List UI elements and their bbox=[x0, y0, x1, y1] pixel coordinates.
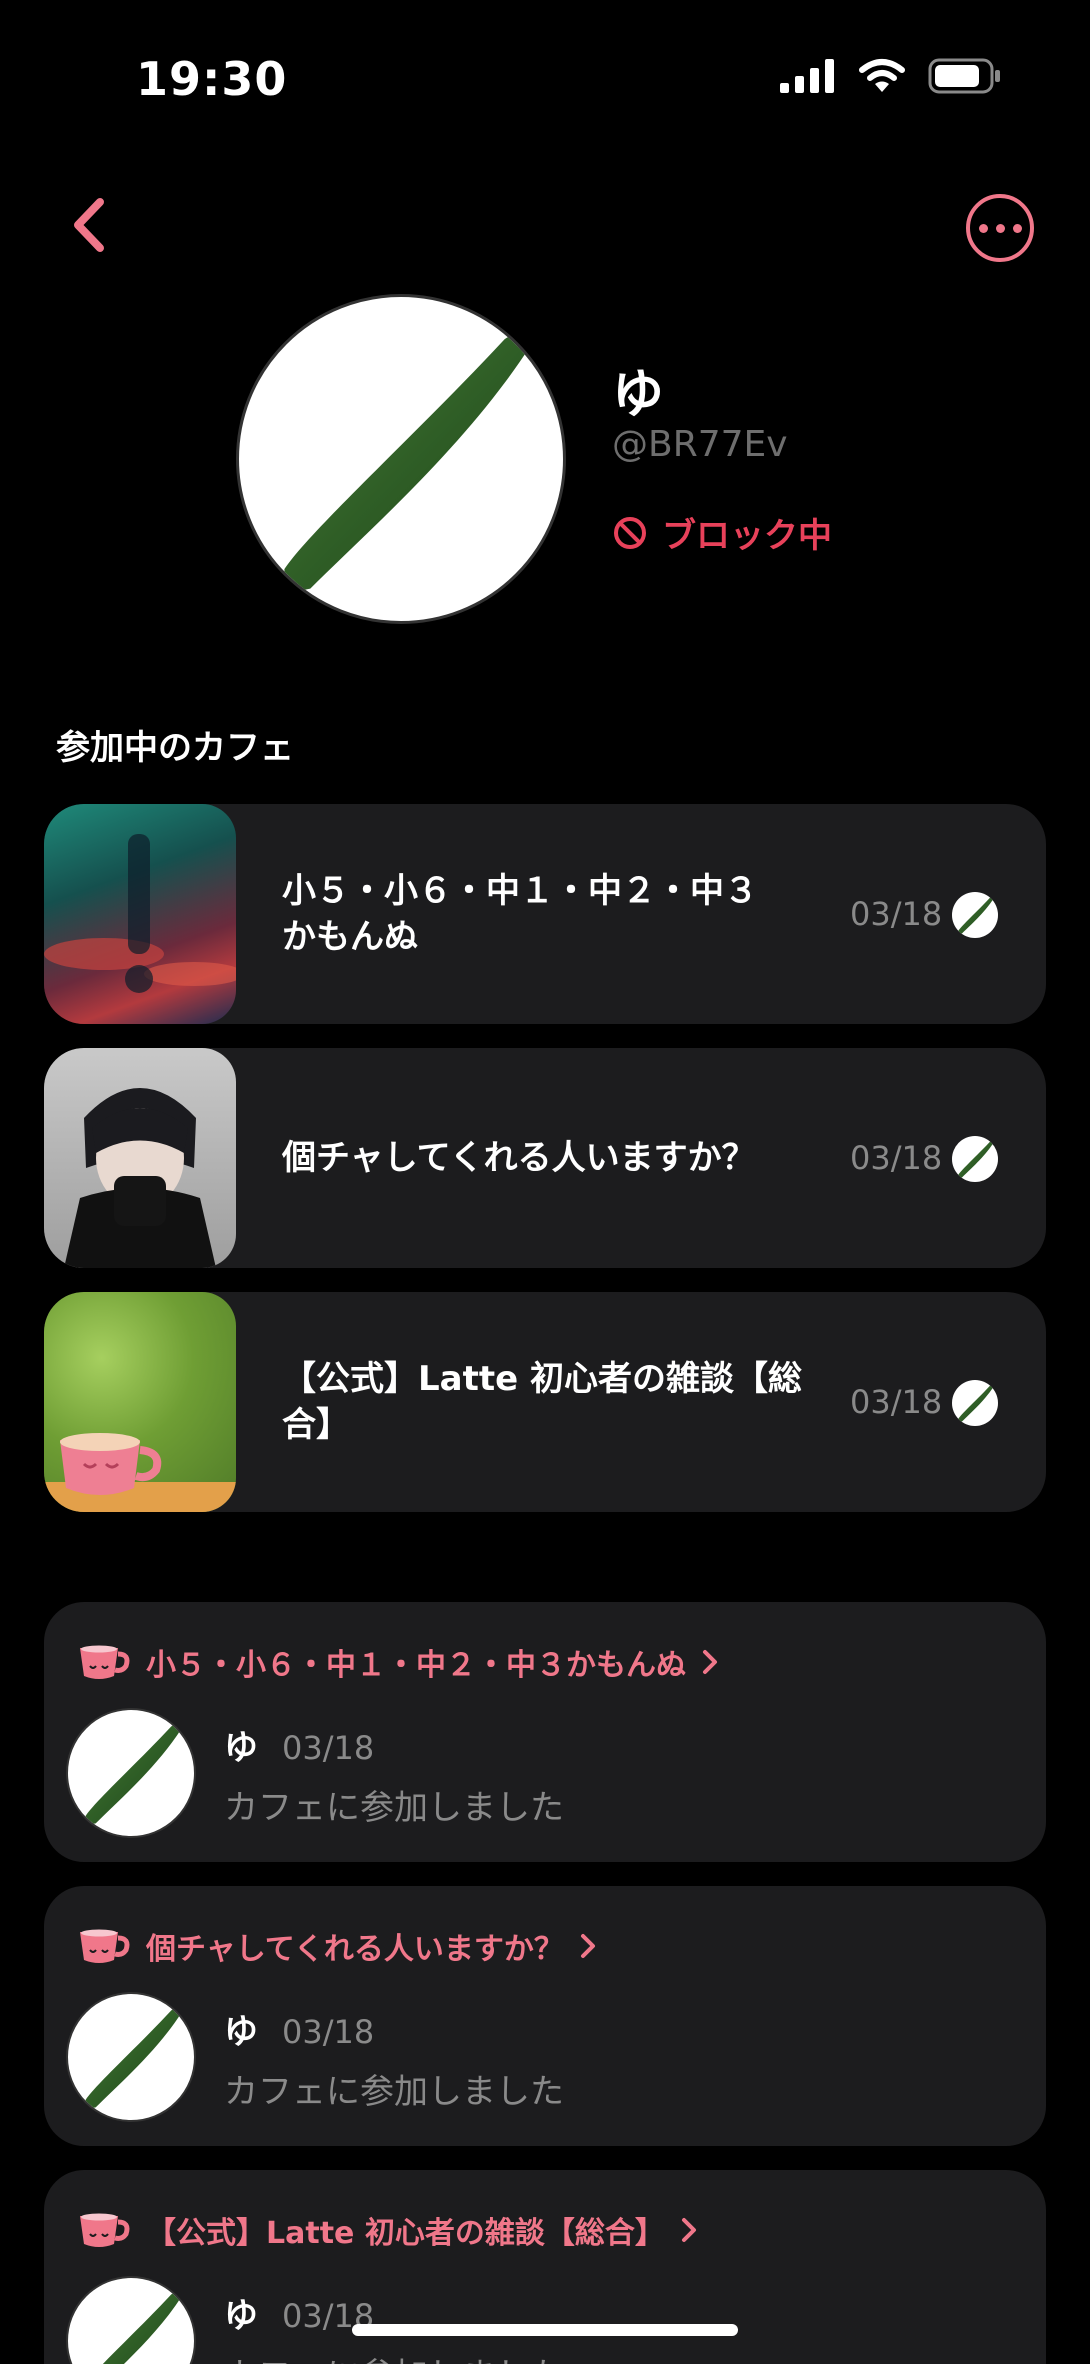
cafe-thumbnail bbox=[44, 1292, 236, 1512]
cup-icon bbox=[80, 1929, 130, 1963]
cafe-thumbnail bbox=[44, 804, 236, 1024]
cafe-card[interactable]: 小５・小６・中１・中２・中３ かもんぬ 03/18 bbox=[44, 804, 1046, 1024]
cafe-thumbnail bbox=[44, 1048, 236, 1268]
cucumber-icon bbox=[85, 2008, 182, 2108]
cafe-date: 03/18 bbox=[850, 895, 943, 933]
member-avatar bbox=[952, 1136, 998, 1182]
battery-icon bbox=[928, 58, 1000, 94]
cucumber-icon bbox=[284, 333, 531, 590]
activity-cafe-name: 【公式】Latte 初心者の雑談【総合】 bbox=[146, 2216, 665, 2251]
activity-cafe-link[interactable]: 小５・小６・中１・中２・中３かもんぬ bbox=[78, 1640, 720, 1684]
cucumber-icon bbox=[102, 2292, 182, 2364]
cup-icon bbox=[80, 1645, 130, 1679]
more-dot-icon bbox=[978, 223, 988, 233]
cucumber-icon bbox=[958, 897, 994, 934]
cafe-name: 個チャしてくれる人いますか？ bbox=[282, 1138, 756, 1178]
block-icon bbox=[614, 516, 646, 549]
chevron-right-icon bbox=[703, 1650, 717, 1674]
activity-date: 03/18 bbox=[282, 1729, 375, 1767]
member-avatar bbox=[952, 1380, 998, 1426]
cafe-date: 03/18 bbox=[850, 1139, 943, 1177]
status-time: 19:30 bbox=[136, 52, 288, 106]
cafe-card[interactable]: 【公式】Latte 初心者の雑談【総 合】 03/18 bbox=[44, 1292, 1046, 1512]
avatar[interactable] bbox=[66, 2276, 196, 2364]
cucumber-icon bbox=[85, 1724, 182, 1824]
cafe-date: 03/18 bbox=[850, 1383, 943, 1421]
member-avatar bbox=[952, 892, 998, 938]
cafe-name: 小５・小６・中１・中２・中３ かもんぬ bbox=[282, 871, 758, 957]
wifi-icon bbox=[859, 59, 905, 92]
activity-text: カフェに参加しました bbox=[224, 1788, 564, 1828]
activity-date: 03/18 bbox=[282, 2013, 375, 2051]
activity-text: カフェに参加しました bbox=[224, 2348, 564, 2364]
chevron-right-icon bbox=[580, 1934, 595, 1958]
profile-handle: @BR77Ev bbox=[612, 424, 788, 465]
block-label: ブロック中 bbox=[662, 516, 832, 556]
avatar[interactable] bbox=[66, 1708, 196, 1838]
cafe-name: 【公式】Latte 初心者の雑談【総 合】 bbox=[282, 1359, 803, 1445]
activity-user: ゆ bbox=[224, 1728, 258, 1768]
status-icons bbox=[780, 58, 1002, 94]
more-options-button[interactable] bbox=[966, 194, 1034, 262]
activity-card[interactable]: 個チャしてくれる人いますか？ ゆ 03/18 カフェに参加しました bbox=[44, 1886, 1046, 2146]
activity-cafe-link[interactable]: 個チャしてくれる人いますか？ bbox=[78, 1924, 598, 1968]
signal-icon bbox=[780, 59, 834, 93]
back-chevron-icon[interactable] bbox=[66, 194, 116, 256]
activity-card[interactable]: 小５・小６・中１・中２・中３かもんぬ ゆ 03/18 カフェに参加しました bbox=[44, 1602, 1046, 1862]
cucumber-icon bbox=[958, 1141, 994, 1178]
home-indicator[interactable] bbox=[352, 2324, 738, 2336]
activity-user: ゆ bbox=[224, 2012, 258, 2052]
cucumber-icon bbox=[958, 1385, 994, 1422]
activity-meta: ゆ 03/18 bbox=[224, 1720, 374, 1769]
blocked-status[interactable]: ブロック中 bbox=[612, 508, 832, 557]
activity-meta: ゆ 03/18 bbox=[224, 2004, 374, 2053]
cafe-card[interactable]: 個チャしてくれる人いますか？ 03/18 bbox=[44, 1048, 1046, 1268]
activity-cafe-name: 個チャしてくれる人いますか？ bbox=[146, 1932, 564, 1967]
section-title: 参加中のカフェ bbox=[56, 728, 294, 768]
activity-user: ゆ bbox=[224, 2296, 258, 2336]
activity-cafe-link[interactable]: 【公式】Latte 初心者の雑談【総合】 bbox=[78, 2208, 699, 2252]
activity-text: カフェに参加しました bbox=[224, 2072, 564, 2112]
more-dot-icon bbox=[1012, 223, 1022, 233]
profile-name: ゆ bbox=[612, 365, 665, 425]
cup-icon bbox=[80, 2213, 130, 2247]
avatar[interactable] bbox=[66, 1992, 196, 2122]
more-dot-icon bbox=[995, 223, 1005, 233]
chevron-right-icon bbox=[681, 2218, 696, 2242]
profile-avatar[interactable] bbox=[236, 294, 566, 624]
activity-cafe-name: 小５・小６・中１・中２・中３かもんぬ bbox=[146, 1648, 686, 1683]
